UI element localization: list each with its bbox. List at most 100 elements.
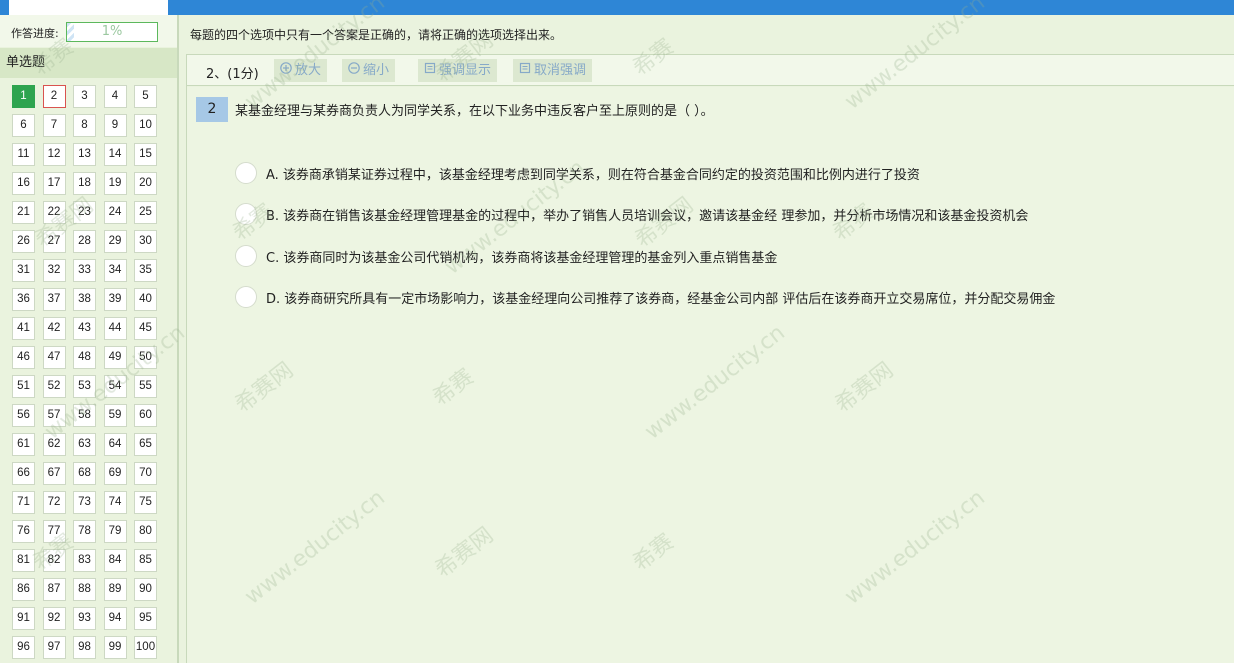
question-cell-20[interactable]: 20 — [134, 172, 157, 195]
question-cell-63[interactable]: 63 — [73, 433, 96, 456]
question-cell-88[interactable]: 88 — [73, 578, 96, 601]
question-cell-34[interactable]: 34 — [103, 259, 127, 282]
question-cell-96[interactable]: 96 — [12, 636, 35, 659]
zoom-in-button[interactable]: 放大 — [274, 59, 328, 82]
question-cell-2[interactable]: 2 — [42, 85, 66, 108]
question-cell-17[interactable]: 17 — [42, 172, 66, 195]
question-cell-45[interactable]: 45 — [134, 317, 157, 340]
question-cell-13[interactable]: 13 — [73, 143, 96, 166]
option-c[interactable]: C. 该券商同时为该基金公司代销机构，该券商将该基金经理管理的基金列入重点销售基… — [235, 244, 777, 268]
question-cell-42[interactable]: 42 — [42, 317, 66, 340]
question-cell-53[interactable]: 53 — [73, 375, 96, 398]
question-cell-58[interactable]: 58 — [73, 404, 96, 427]
question-cell-89[interactable]: 89 — [103, 578, 127, 601]
question-cell-3[interactable]: 3 — [73, 85, 96, 108]
question-cell-76[interactable]: 76 — [12, 520, 35, 543]
cancel-highlight-button[interactable]: 取消强调 — [513, 59, 593, 82]
question-cell-27[interactable]: 27 — [42, 230, 66, 253]
question-cell-40[interactable]: 40 — [134, 288, 157, 311]
highlight-button[interactable]: 强调显示 — [418, 59, 498, 82]
question-cell-47[interactable]: 47 — [42, 346, 66, 369]
option-d-radio[interactable] — [235, 286, 257, 308]
question-cell-77[interactable]: 77 — [42, 520, 66, 543]
question-cell-5[interactable]: 5 — [134, 85, 157, 108]
option-d[interactable]: D. 该券商研究所具有一定市场影响力，该基金经理向公司推荐了该券商，经基金公司内… — [235, 285, 1055, 309]
question-cell-82[interactable]: 82 — [42, 549, 66, 572]
question-cell-16[interactable]: 16 — [12, 172, 35, 195]
question-cell-32[interactable]: 32 — [42, 259, 66, 282]
question-cell-78[interactable]: 78 — [73, 520, 96, 543]
question-cell-41[interactable]: 41 — [12, 317, 35, 340]
zoom-out-button[interactable]: 缩小 — [342, 59, 396, 82]
question-cell-61[interactable]: 61 — [12, 433, 35, 456]
question-cell-81[interactable]: 81 — [12, 549, 35, 572]
question-cell-67[interactable]: 67 — [42, 462, 66, 485]
question-cell-1[interactable]: 1 — [12, 85, 35, 108]
question-cell-74[interactable]: 74 — [103, 491, 127, 514]
question-cell-99[interactable]: 99 — [103, 636, 127, 659]
question-cell-6[interactable]: 6 — [12, 114, 35, 137]
question-cell-11[interactable]: 11 — [12, 143, 35, 166]
question-cell-98[interactable]: 98 — [73, 636, 96, 659]
question-cell-94[interactable]: 94 — [103, 607, 127, 630]
question-cell-30[interactable]: 30 — [134, 230, 157, 253]
question-cell-18[interactable]: 18 — [73, 172, 96, 195]
question-cell-62[interactable]: 62 — [42, 433, 66, 456]
question-cell-51[interactable]: 51 — [12, 375, 35, 398]
question-cell-26[interactable]: 26 — [12, 230, 35, 253]
question-cell-10[interactable]: 10 — [134, 114, 157, 137]
question-cell-72[interactable]: 72 — [42, 491, 66, 514]
question-cell-15[interactable]: 15 — [134, 143, 157, 166]
question-cell-25[interactable]: 25 — [134, 201, 157, 224]
question-cell-68[interactable]: 68 — [73, 462, 96, 485]
question-cell-79[interactable]: 79 — [103, 520, 127, 543]
question-cell-28[interactable]: 28 — [73, 230, 96, 253]
question-cell-48[interactable]: 48 — [73, 346, 96, 369]
question-cell-8[interactable]: 8 — [73, 114, 96, 137]
question-cell-50[interactable]: 50 — [134, 346, 157, 369]
question-cell-35[interactable]: 35 — [134, 259, 157, 282]
section-title[interactable]: 单选题 — [0, 48, 177, 78]
question-cell-97[interactable]: 97 — [42, 636, 66, 659]
question-cell-84[interactable]: 84 — [103, 549, 127, 572]
question-cell-86[interactable]: 86 — [12, 578, 35, 601]
question-cell-70[interactable]: 70 — [134, 462, 157, 485]
question-cell-7[interactable]: 7 — [42, 114, 66, 137]
option-b-radio[interactable] — [235, 203, 257, 225]
question-cell-90[interactable]: 90 — [134, 578, 157, 601]
question-cell-46[interactable]: 46 — [12, 346, 35, 369]
question-cell-55[interactable]: 55 — [134, 375, 157, 398]
question-cell-73[interactable]: 73 — [73, 491, 96, 514]
question-cell-57[interactable]: 57 — [42, 404, 66, 427]
question-cell-33[interactable]: 33 — [73, 259, 96, 282]
question-cell-92[interactable]: 92 — [42, 607, 66, 630]
question-cell-22[interactable]: 22 — [42, 201, 66, 224]
question-cell-37[interactable]: 37 — [42, 288, 66, 311]
question-cell-93[interactable]: 93 — [73, 607, 96, 630]
question-cell-95[interactable]: 95 — [134, 607, 157, 630]
question-cell-83[interactable]: 83 — [73, 549, 96, 572]
question-cell-56[interactable]: 56 — [12, 404, 35, 427]
question-cell-39[interactable]: 39 — [103, 288, 127, 311]
question-cell-87[interactable]: 87 — [42, 578, 66, 601]
option-b[interactable]: B. 该券商在销售该基金经理管理基金的过程中，举办了销售人员培训会议，邀请该基金… — [235, 202, 1028, 226]
option-c-radio[interactable] — [235, 245, 257, 267]
question-cell-14[interactable]: 14 — [103, 143, 127, 166]
question-cell-52[interactable]: 52 — [42, 375, 66, 398]
question-cell-44[interactable]: 44 — [103, 317, 127, 340]
question-cell-31[interactable]: 31 — [12, 259, 35, 282]
question-cell-100[interactable]: 100 — [134, 636, 157, 659]
question-cell-66[interactable]: 66 — [12, 462, 35, 485]
question-cell-29[interactable]: 29 — [103, 230, 127, 253]
question-cell-9[interactable]: 9 — [103, 114, 127, 137]
option-a-radio[interactable] — [235, 162, 257, 184]
question-cell-65[interactable]: 65 — [134, 433, 157, 456]
question-cell-43[interactable]: 43 — [73, 317, 96, 340]
question-cell-60[interactable]: 60 — [134, 404, 157, 427]
question-cell-75[interactable]: 75 — [134, 491, 157, 514]
question-cell-36[interactable]: 36 — [12, 288, 35, 311]
question-cell-71[interactable]: 71 — [12, 491, 35, 514]
question-cell-69[interactable]: 69 — [103, 462, 127, 485]
question-cell-59[interactable]: 59 — [103, 404, 127, 427]
question-cell-91[interactable]: 91 — [12, 607, 35, 630]
